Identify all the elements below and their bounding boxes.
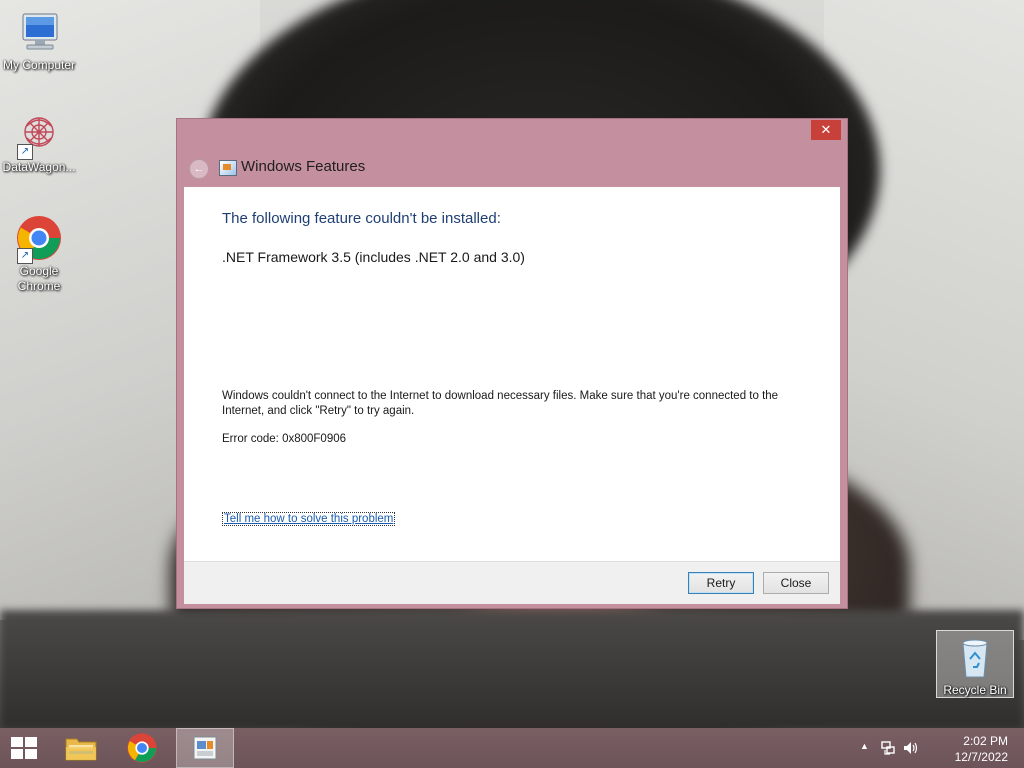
retry-button[interactable]: Retry [688, 572, 754, 594]
show-hidden-icons-button[interactable]: ▲ [860, 741, 869, 751]
error-message: Windows couldn't connect to the Internet… [222, 390, 779, 417]
start-button[interactable] [0, 728, 58, 768]
help-link[interactable]: Tell me how to solve this problem [222, 512, 396, 526]
dialog-title: Windows Features [241, 158, 366, 175]
shortcut-arrow-icon: ↗ [17, 248, 33, 264]
volume-icon[interactable] [902, 740, 920, 756]
network-icon[interactable] [880, 740, 896, 756]
back-arrow-icon[interactable]: ← [189, 159, 209, 179]
windows-features-icon [219, 160, 237, 176]
recycle-bin-icon [951, 633, 999, 681]
error-code: Error code: 0x800F0906 [222, 433, 347, 445]
desktop-icon-label: Google Chrome [17, 264, 61, 293]
error-heading: The following feature couldn't be instal… [222, 210, 501, 227]
desktop-icon-google-chrome[interactable]: ↗ Google Chrome [0, 214, 78, 294]
dialog-content: The following feature couldn't be instal… [184, 187, 840, 561]
file-explorer-icon [65, 735, 97, 761]
windows-features-icon [191, 734, 219, 762]
desktop-icon-label: Recycle Bin [943, 683, 1007, 697]
shortcut-arrow-icon: ↗ [17, 144, 33, 160]
system-tray: ▲ 2:02 PM 12/7/2022 [854, 728, 1024, 768]
computer-icon [15, 8, 63, 56]
desktop-icon-my-computer[interactable]: My Computer [0, 8, 78, 73]
desktop-icon-datawagon[interactable]: ↗ DataWagon... [0, 110, 78, 175]
taskbar: ▲ 2:02 PM 12/7/2022 [0, 728, 1024, 768]
feature-name: .NET Framework 3.5 (includes .NET 2.0 an… [222, 249, 525, 265]
windows-features-dialog: ✕ ← Windows Features The following featu… [176, 118, 848, 609]
clock[interactable]: 2:02 PM 12/7/2022 [955, 733, 1008, 765]
taskbar-file-explorer[interactable] [52, 728, 110, 768]
taskbar-google-chrome[interactable] [114, 728, 172, 768]
taskbar-windows-features[interactable] [176, 728, 234, 768]
close-window-button[interactable]: ✕ [811, 120, 841, 140]
desktop-icon-label: DataWagon... [2, 160, 76, 174]
chrome-icon [126, 732, 158, 764]
dialog-footer: Retry Close [184, 561, 840, 604]
start-icon [11, 737, 39, 759]
desktop-icon-recycle-bin[interactable]: Recycle Bin [936, 630, 1014, 698]
chrome-icon: ↗ [15, 214, 63, 264]
close-button[interactable]: Close [763, 572, 829, 594]
clock-time: 2:02 PM [963, 734, 1008, 748]
wallpaper-shirt [0, 610, 1024, 730]
desktop-icon-label: My Computer [2, 58, 76, 72]
clock-date: 12/7/2022 [954, 750, 1008, 764]
datawagon-icon: ↗ [15, 110, 63, 160]
